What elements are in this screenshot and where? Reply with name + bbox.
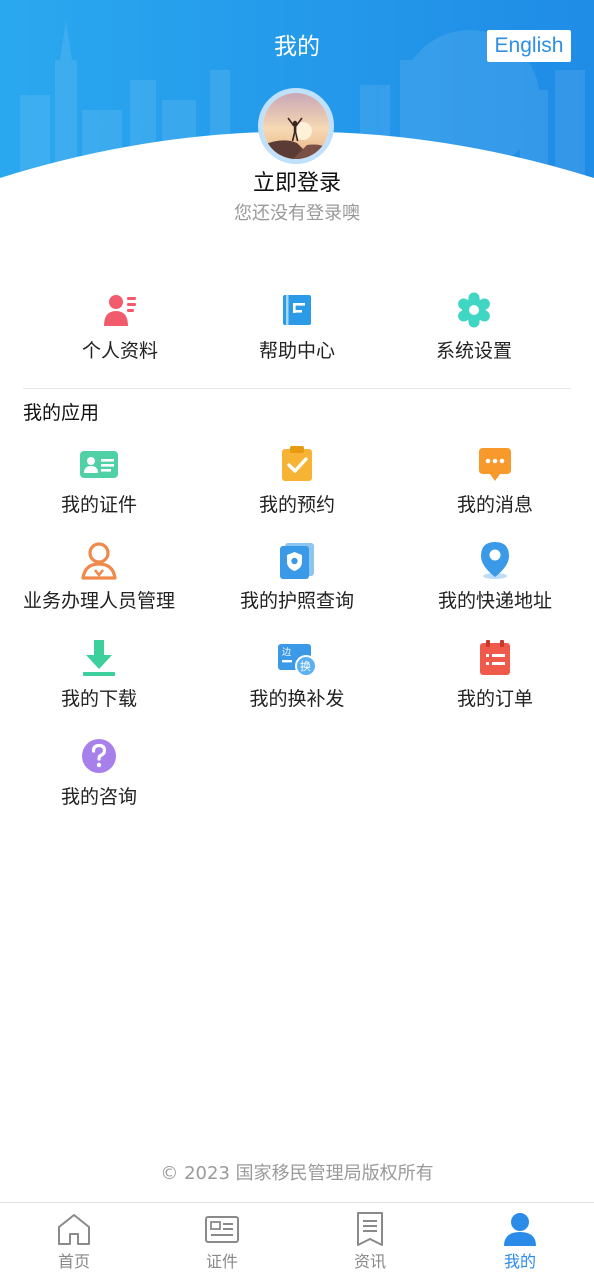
app-label: 我的换补发: [249, 688, 345, 710]
home-icon: [58, 1214, 90, 1245]
login-hint: 您还没有登录噢: [234, 203, 360, 224]
quick-link-label: 帮助中心: [258, 340, 335, 362]
app-label: 我的咨询: [60, 786, 137, 808]
tab-documents[interactable]: 证件: [148, 1203, 296, 1280]
app-label: 业务办理人员管理: [22, 590, 175, 612]
avatar-image: [263, 93, 329, 159]
chat-bubble-icon: [479, 448, 511, 481]
app-my-consultation[interactable]: 我的咨询: [0, 736, 198, 810]
question-icon: [82, 739, 116, 773]
app-my-downloads[interactable]: 我的下载: [0, 638, 198, 712]
app-label: 我的消息: [456, 494, 533, 516]
tab-mine[interactable]: 我的: [446, 1203, 594, 1280]
quick-link-label: 系统设置: [435, 340, 512, 362]
tab-label: 我的: [503, 1252, 536, 1271]
app-label: 我的预约: [258, 494, 335, 516]
app-my-orders[interactable]: 我的订单: [396, 638, 594, 712]
tab-news[interactable]: 资讯: [296, 1203, 444, 1280]
app-staff-management[interactable]: 业务办理人员管理: [0, 540, 198, 614]
book-icon: [283, 295, 311, 325]
gear-icon: [458, 292, 490, 328]
id-card-icon: [80, 451, 118, 478]
user-icon: [504, 1213, 536, 1246]
order-list-icon: [480, 640, 510, 675]
avatar[interactable]: [258, 88, 334, 164]
tab-label: 首页: [57, 1252, 90, 1271]
section-title-my-apps: 我的应用: [23, 402, 100, 424]
tab-label: 资讯: [353, 1252, 386, 1271]
app-label: 我的订单: [456, 688, 533, 710]
app-passport-query[interactable]: 我的护照查询: [198, 540, 396, 614]
divider: [23, 388, 571, 389]
app-label: 我的快递地址: [437, 590, 552, 612]
quick-link-label: 个人资料: [81, 340, 158, 362]
location-pin-icon: [481, 542, 509, 579]
clipboard-check-icon: [282, 446, 312, 481]
app-delivery-address[interactable]: 我的快递地址: [396, 540, 594, 614]
app-label: 我的证件: [60, 494, 137, 516]
user-outline-icon: [81, 542, 117, 580]
download-icon: [83, 640, 115, 676]
svg-text:边: 边: [282, 647, 291, 658]
tab-home[interactable]: 首页: [0, 1203, 148, 1280]
svg-text:换: 换: [300, 659, 311, 673]
app-label: 我的护照查询: [239, 590, 354, 612]
id-card-outline-icon: [205, 1216, 239, 1243]
quick-link-help[interactable]: 帮助中心: [217, 292, 377, 364]
tab-bar: 首页 证件 资讯 我的: [0, 1202, 594, 1280]
person-card-icon: [104, 295, 136, 326]
app-my-documents[interactable]: 我的证件: [0, 444, 198, 518]
exchange-card-icon: 边 换: [278, 644, 317, 677]
quick-link-settings[interactable]: 系统设置: [394, 292, 554, 364]
passport-icon: [280, 543, 314, 579]
app-my-appointments[interactable]: 我的预约: [198, 444, 396, 518]
language-switch-button[interactable]: English: [487, 30, 571, 62]
app-label: 我的下载: [60, 688, 137, 710]
quick-link-profile[interactable]: 个人资料: [40, 292, 200, 364]
copyright-text: © 2023 国家移民管理局版权所有: [160, 1163, 434, 1184]
tab-label: 证件: [205, 1252, 238, 1271]
login-button[interactable]: 立即登录: [0, 168, 594, 200]
quick-links: 个人资料 帮助中心 系统设置: [0, 292, 594, 372]
app-reissue[interactable]: 边 换 我的换补发: [198, 638, 396, 712]
app-my-messages[interactable]: 我的消息: [396, 444, 594, 518]
news-icon: [357, 1212, 383, 1246]
